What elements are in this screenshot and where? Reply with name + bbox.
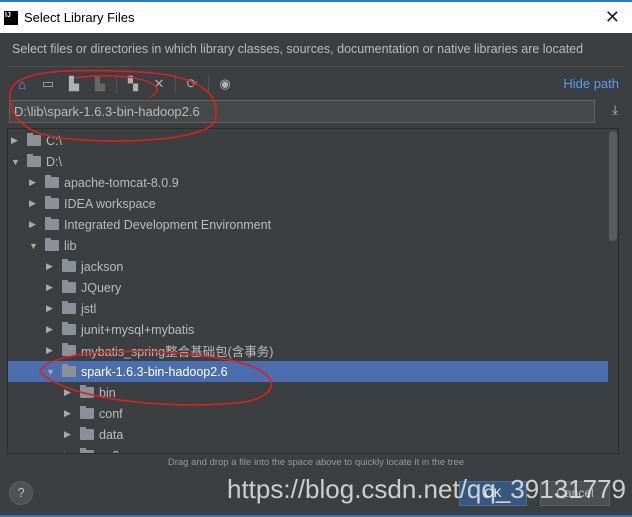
delete-icon[interactable]: ✕	[149, 74, 169, 94]
tree-node-label: data	[99, 427, 124, 442]
desktop-icon[interactable]: ▭	[38, 74, 58, 94]
tree-node-label: conf	[99, 406, 123, 421]
download-icon[interactable]: ⤓	[612, 102, 618, 118]
chevron-right-icon[interactable]: ▶	[46, 282, 56, 293]
chevron-right-icon[interactable]: ▶	[64, 387, 74, 398]
chevron-right-icon[interactable]: ▶	[64, 429, 74, 440]
folder-icon	[80, 448, 94, 453]
tree-node-label: C:\	[46, 133, 62, 148]
cancel-button[interactable]: Cancel	[540, 481, 610, 506]
tree-node[interactable]: ▼ D:\	[8, 151, 608, 172]
folder-icon	[80, 406, 94, 419]
module-folder-icon[interactable]: ▙	[90, 74, 110, 94]
chevron-right-icon[interactable]: ▶	[29, 198, 39, 209]
chevron-down-icon[interactable]: ▼	[29, 241, 39, 251]
drag-drop-hint: Drag and drop a file into the space abov…	[167, 457, 465, 468]
hide-path-link[interactable]: Hide path	[563, 76, 619, 91]
tree-node-label: spark-1.6.3-bin-hadoop2.6	[81, 364, 228, 379]
folder-icon	[62, 301, 76, 314]
folder-icon	[62, 364, 76, 377]
tree-node-label: bin	[99, 385, 116, 400]
chevron-down-icon[interactable]: ▼	[46, 367, 56, 377]
tree-node[interactable]: ▶ Integrated Development Environment	[8, 214, 608, 235]
folder-icon	[27, 133, 41, 146]
tree-node[interactable]: ▶ conf	[8, 403, 608, 424]
chevron-right-icon[interactable]: ▶	[46, 345, 56, 356]
dialog-description: Select files or directories in which lib…	[12, 42, 584, 56]
folder-icon	[27, 154, 41, 167]
folder-icon	[62, 259, 76, 272]
folder-icon	[62, 343, 76, 356]
tree-node-label: Integrated Development Environment	[64, 217, 272, 232]
tree-node[interactable]: ▶ jackson	[8, 256, 608, 277]
chevron-right-icon[interactable]: ▶	[46, 324, 56, 335]
ok-button[interactable]: OK	[459, 481, 527, 506]
tree-node[interactable]: ▶ ec2	[8, 445, 608, 454]
chevron-right-icon[interactable]: ▶	[46, 261, 56, 272]
chevron-right-icon[interactable]: ▶	[29, 177, 39, 188]
folder-icon	[62, 322, 76, 335]
project-folder-icon[interactable]: ▙	[64, 74, 84, 94]
refresh-icon[interactable]: ⟳	[182, 74, 202, 94]
folder-icon	[62, 280, 76, 293]
tree-node[interactable]: ▶ jstl	[8, 298, 608, 319]
folder-icon	[80, 385, 94, 398]
chevron-right-icon[interactable]: ▶	[46, 303, 56, 314]
title-bar: IJ Select Library Files ✕	[0, 0, 632, 33]
toolbar-separator	[175, 75, 176, 93]
tree-node-label: IDEA workspace	[64, 196, 156, 211]
tree-node-label: jstl	[81, 301, 97, 316]
tree-node[interactable]: ▶ mybatis_spring整合基础包(含事务)	[8, 340, 608, 361]
file-tree[interactable]: ▶ C:\ ▼ D:\ ▶ apache-tomcat-8.0.9 ▶ IDEA worksp…	[7, 128, 619, 454]
help-button[interactable]: ?	[9, 481, 33, 505]
tree-node[interactable]: ▶ junit+mysql+mybatis	[8, 319, 608, 340]
chevron-right-icon[interactable]: ▶	[64, 450, 74, 453]
tree-node[interactable]: ▶ JQuery	[8, 277, 608, 298]
scrollbar[interactable]	[609, 131, 617, 241]
tree-node-label: apache-tomcat-8.0.9	[64, 175, 179, 190]
tree-node-label: lib	[64, 238, 77, 253]
tree-node[interactable]: ▶ apache-tomcat-8.0.9	[8, 172, 608, 193]
toolbar: ⌂ ▭ ▙ ▙ ▚ ✕ ⟳ ◉	[12, 74, 235, 94]
folder-icon	[80, 427, 94, 440]
tree-node[interactable]: ▼ lib	[8, 235, 608, 256]
toolbar-separator	[116, 75, 117, 93]
toolbar-separator	[208, 75, 209, 93]
folder-icon	[45, 175, 59, 188]
chevron-right-icon[interactable]: ▶	[11, 135, 21, 146]
tree-node-label: mybatis_spring整合基础包(含事务)	[81, 345, 274, 359]
divider	[8, 66, 624, 67]
folder-icon	[45, 238, 59, 251]
tree-node[interactable]: ▶ IDEA workspace	[8, 193, 608, 214]
tree-node[interactable]: ▶ bin	[8, 382, 608, 403]
tree-node[interactable]: ▶ C:\	[8, 130, 608, 151]
close-icon[interactable]: ✕	[605, 7, 620, 28]
show-hidden-icon[interactable]: ◉	[215, 74, 235, 94]
chevron-right-icon[interactable]: ▶	[64, 408, 74, 419]
path-input[interactable]: D:\lib\spark-1.6.3-bin-hadoop2.6	[9, 100, 595, 123]
home-icon[interactable]: ⌂	[12, 74, 32, 94]
tree-node-label: jackson	[81, 259, 124, 274]
new-folder-icon[interactable]: ▚	[123, 74, 143, 94]
intellij-logo-icon: IJ	[4, 10, 18, 25]
window-title: Select Library Files	[24, 10, 135, 25]
tree-node-label: ec2	[99, 449, 119, 454]
tree-node[interactable]: ▼ spark-1.6.3-bin-hadoop2.6	[8, 361, 608, 382]
tree-node-label: JQuery	[81, 280, 122, 295]
tree-node-label: D:\	[46, 154, 62, 169]
chevron-down-icon[interactable]: ▼	[11, 157, 21, 167]
tree-node[interactable]: ▶ data	[8, 424, 608, 445]
folder-icon	[45, 196, 59, 209]
tree-node-label: junit+mysql+mybatis	[81, 322, 195, 337]
folder-icon	[45, 217, 59, 230]
chevron-right-icon[interactable]: ▶	[29, 219, 39, 230]
